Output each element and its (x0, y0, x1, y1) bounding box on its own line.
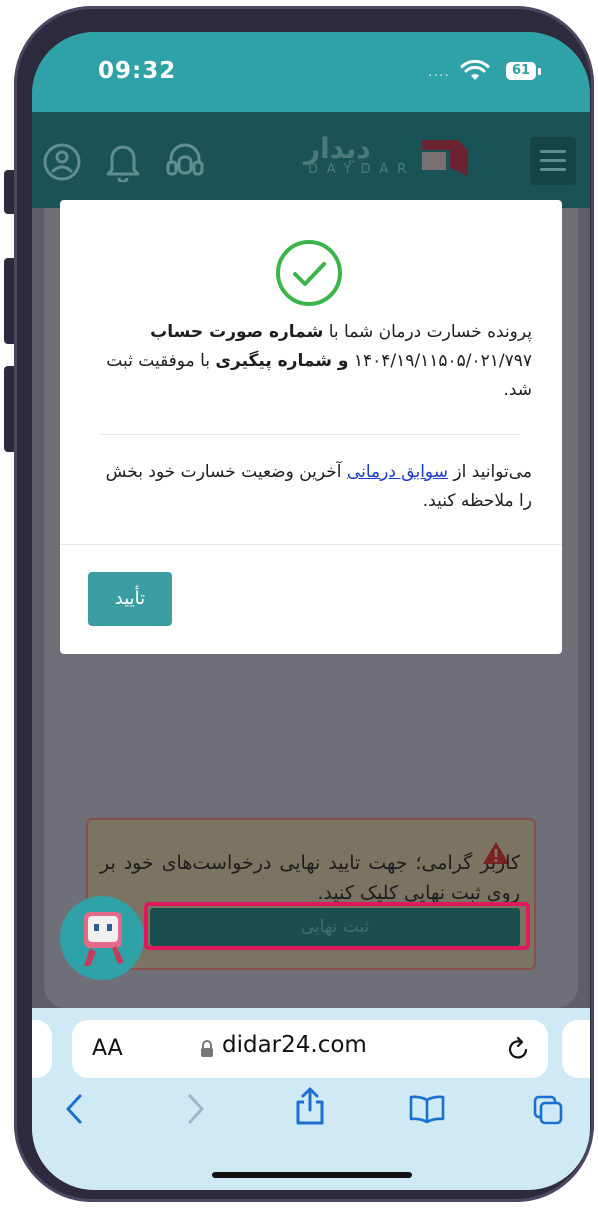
success-modal: پرونده خسارت درمان شما با شماره صورت حسا… (60, 200, 562, 654)
bookmarks-icon[interactable] (408, 1094, 446, 1124)
info-prefix: می‌توانید از (453, 462, 532, 482)
url-text[interactable]: didar24.com (222, 1032, 367, 1058)
lock-icon (201, 1040, 213, 1057)
user-profile-icon[interactable] (42, 142, 82, 182)
next-tab-preview[interactable] (562, 1020, 590, 1078)
warning-text: کاربر گرامی؛ جهت تایید نهایی درخواست‌های… (100, 852, 520, 904)
text-size-button[interactable]: AA (92, 1036, 123, 1061)
battery-icon: 61 (506, 62, 536, 80)
signal-dots-icon: .... (428, 64, 450, 80)
final-submit-highlight (144, 902, 530, 950)
reload-icon[interactable] (506, 1036, 532, 1062)
back-icon[interactable] (62, 1092, 86, 1126)
previous-tab-preview[interactable] (32, 1020, 52, 1078)
info-middle: آخرین وضعیت خسارت خود (148, 462, 342, 482)
info-suffix: بخش (105, 462, 144, 482)
invoice-number: ۱۴۰۴/۱۹/۱۱۵۰۵/۰۲۱/۷۹۷ (348, 351, 532, 371)
status-bar: 09:32 .... 61 (32, 32, 590, 112)
modal-info-text: می‌توانید از سوابق درمانی آخرین وضعیت خس… (100, 458, 532, 516)
robot-mascot-icon (84, 912, 124, 966)
forward-icon[interactable] (184, 1092, 208, 1126)
treatment-history-link[interactable]: سوابق درمانی (347, 462, 448, 482)
address-bar[interactable]: AA didar24.com (72, 1020, 548, 1078)
share-icon[interactable] (294, 1086, 326, 1126)
modal-footer-divider (60, 544, 562, 545)
hamburger-menu-button[interactable] (530, 137, 576, 185)
site-logo-latin: DAYDAR (308, 162, 416, 177)
battery-level: 61 (511, 63, 531, 78)
status-time: 09:32 (98, 58, 177, 84)
confirm-button[interactable]: تأیید (88, 572, 172, 626)
home-indicator[interactable] (212, 1172, 412, 1178)
tracking-number-label: و شماره پیگیری (215, 351, 349, 371)
support-headset-icon[interactable] (164, 140, 206, 182)
message-part-1: پرونده خسارت درمان شما با (323, 322, 532, 342)
success-check-icon (276, 240, 342, 306)
daydar-logo-icon (422, 140, 468, 176)
info-end: را ملاحظه کنید. (422, 491, 532, 511)
browser-toolbar: AA didar24.com (32, 1008, 590, 1190)
phone-screen: 09:32 .... 61 دیدار DAYDAR کاربر گرامی؛ … (32, 32, 590, 1190)
bell-icon[interactable] (104, 140, 142, 182)
modal-message: پرونده خسارت درمان شما با شماره صورت حسا… (100, 318, 532, 405)
invoice-number-label: شماره صورت حساب (150, 322, 324, 342)
battery-tip (538, 68, 541, 75)
modal-divider (100, 434, 520, 435)
wifi-icon (460, 60, 490, 80)
site-logo-text: دیدار (304, 132, 371, 165)
mascot-chat-button[interactable] (60, 896, 144, 980)
tabs-icon[interactable] (532, 1094, 564, 1126)
